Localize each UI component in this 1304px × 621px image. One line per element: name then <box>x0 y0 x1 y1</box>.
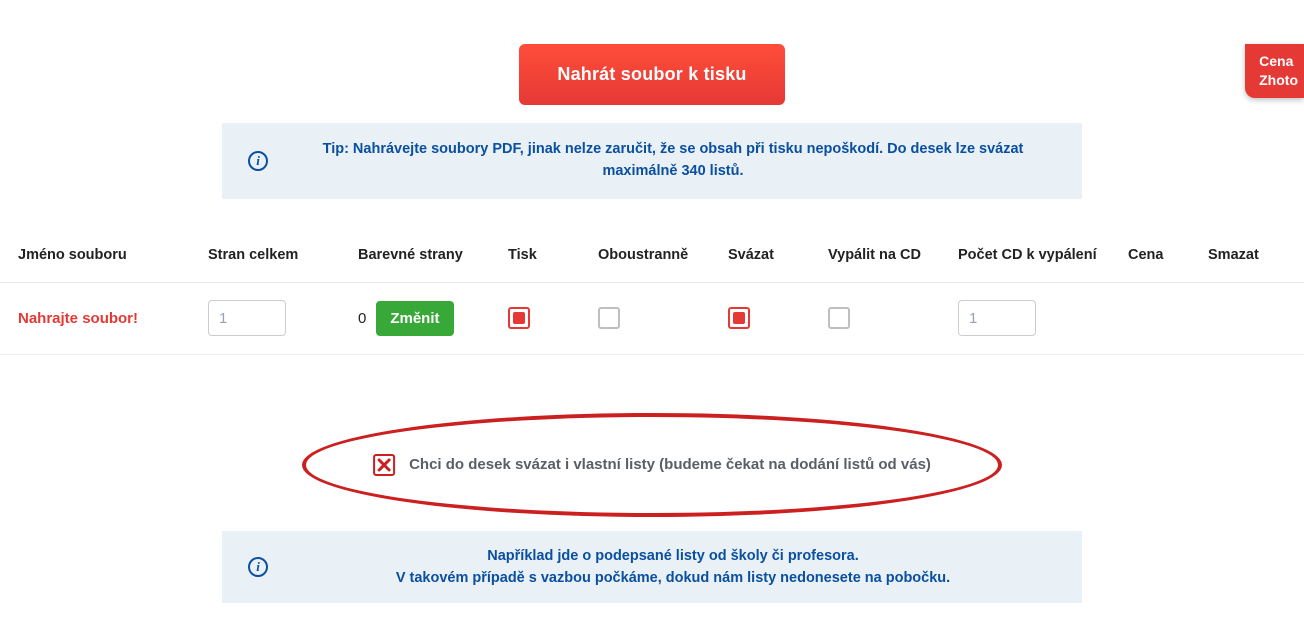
checkbox-fill-icon <box>513 312 525 324</box>
duplex-checkbox[interactable] <box>598 307 620 329</box>
col-color-pages: Barevné strany <box>358 247 508 263</box>
tip-body: Nahrávejte soubory PDF, jinak nelze zaru… <box>349 141 1023 179</box>
change-color-pages-button[interactable]: Změnit <box>376 301 453 336</box>
tip-bar: i Tip: Nahrávejte soubory PDF, jinak nel… <box>222 123 1082 199</box>
table-row: Nahrajte soubor! 0 Změnit <box>0 283 1304 355</box>
cd-count-input[interactable] <box>958 300 1036 336</box>
own-sheets-checkbox[interactable] <box>373 454 395 476</box>
burn-cd-checkbox[interactable] <box>828 307 850 329</box>
example-text: Například jde o podepsané listy od školy… <box>290 545 1056 590</box>
col-burn-cd: Vypálit na CD <box>828 247 958 263</box>
col-duplex: Oboustranně <box>598 247 728 263</box>
summary-badge-line1: Cena <box>1259 52 1298 71</box>
filename-cell: Nahrajte soubor! <box>18 310 208 327</box>
print-checkbox[interactable] <box>508 307 530 329</box>
x-mark-icon <box>377 458 391 472</box>
col-print: Tisk <box>508 247 598 263</box>
col-delete: Smazat <box>1208 247 1298 263</box>
example-info-bar: i Například jde o podepsané listy od ško… <box>222 531 1082 604</box>
own-sheets-section: Chci do desek svázat i vlastní listy (bu… <box>0 405 1304 525</box>
pages-total-input[interactable] <box>208 300 286 336</box>
info-icon: i <box>248 557 268 577</box>
tip-prefix: Tip: <box>323 141 349 157</box>
col-filename: Jméno souboru <box>18 247 208 263</box>
example-line2: V takovém případě s vazbou počkáme, doku… <box>396 570 950 586</box>
files-table-header: Jméno souboru Stran celkem Barevné stran… <box>0 229 1304 283</box>
summary-badge-line2: Zhoto <box>1259 71 1298 90</box>
own-sheets-label: Chci do desek svázat i vlastní listy (bu… <box>409 456 931 473</box>
col-bind: Svázat <box>728 247 828 263</box>
info-icon: i <box>248 151 268 171</box>
color-pages-count: 0 <box>358 310 366 327</box>
example-line1: Například jde o podepsané listy od školy… <box>487 548 858 564</box>
col-pages-total: Stran celkem <box>208 247 358 263</box>
bind-checkbox[interactable] <box>728 307 750 329</box>
files-table: Jméno souboru Stran celkem Barevné stran… <box>0 229 1304 355</box>
upload-file-button[interactable]: Nahrát soubor k tisku <box>519 44 784 105</box>
tip-text: Tip: Nahrávejte soubory PDF, jinak nelze… <box>290 139 1056 183</box>
checkbox-fill-icon <box>733 312 745 324</box>
col-cd-count: Počet CD k vypálení <box>958 247 1128 263</box>
summary-badge[interactable]: Cena Zhoto <box>1245 44 1304 98</box>
col-price: Cena <box>1128 247 1208 263</box>
